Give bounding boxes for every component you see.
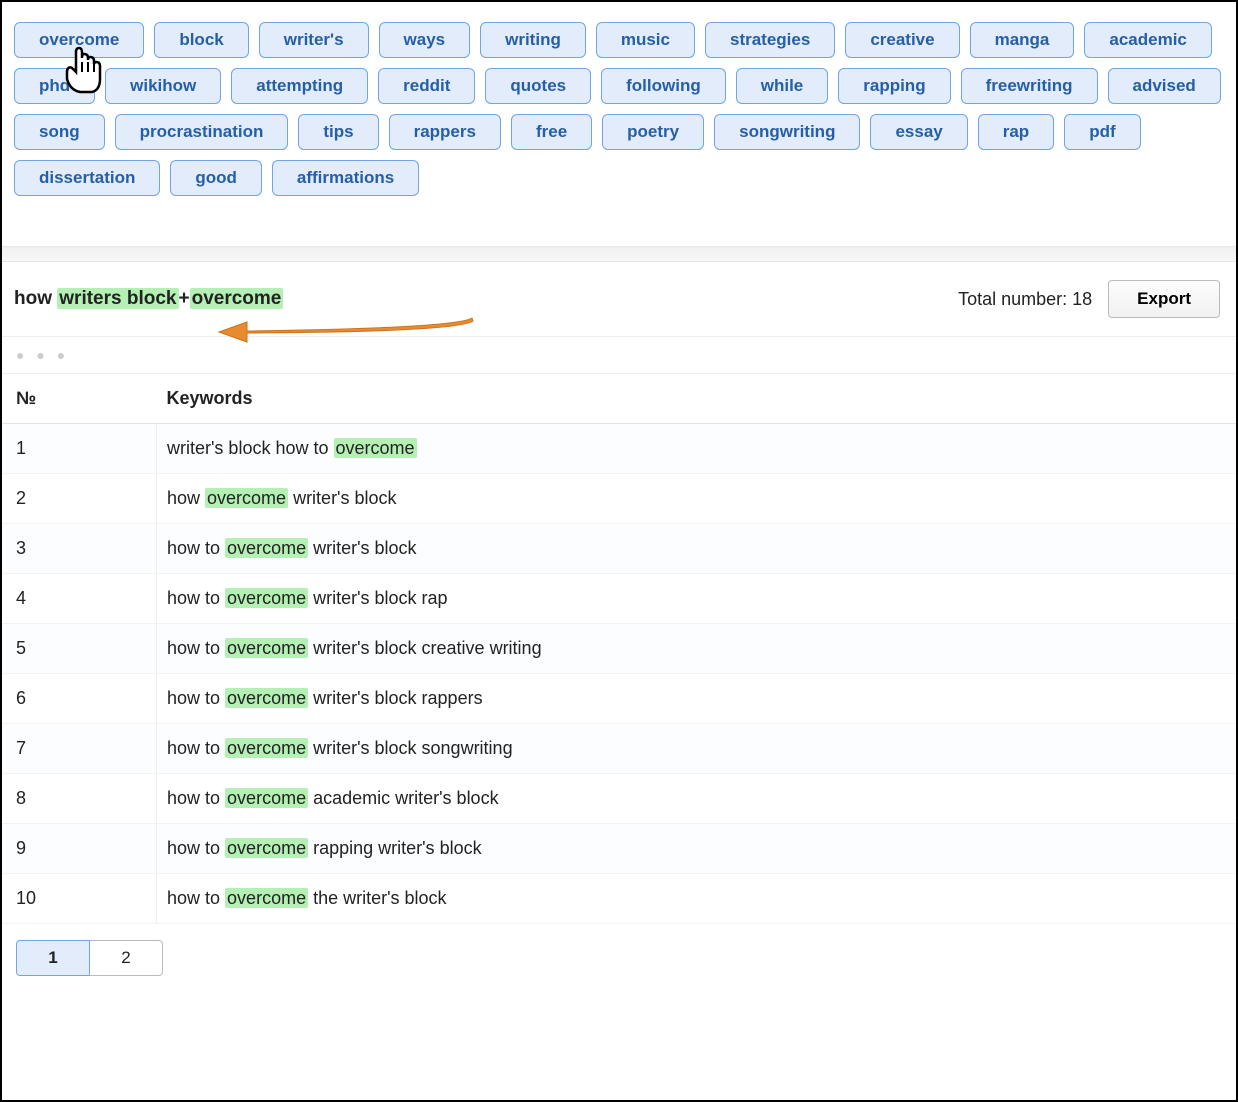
tag-block[interactable]: block <box>154 22 248 58</box>
tag-reddit[interactable]: reddit <box>378 68 475 104</box>
tag-attempting[interactable]: attempting <box>231 68 368 104</box>
row-number: 3 <box>2 524 157 574</box>
tag-manga[interactable]: manga <box>970 22 1075 58</box>
query-text: how writers block+overcome <box>14 288 283 310</box>
row-keyword: how to overcome writer's block rappers <box>157 674 1237 724</box>
total-label: Total number: 18 <box>958 289 1092 310</box>
table-row[interactable]: 3how to overcome writer's block <box>2 524 1236 574</box>
tag-ways[interactable]: ways <box>379 22 471 58</box>
row-number: 1 <box>2 424 157 474</box>
row-number: 5 <box>2 624 157 674</box>
tag-free[interactable]: free <box>511 114 592 150</box>
tag-pdf[interactable]: pdf <box>1064 114 1140 150</box>
table-row[interactable]: 2how overcome writer's block <box>2 474 1236 524</box>
export-button[interactable]: Export <box>1108 280 1220 318</box>
row-keyword: how to overcome rapping writer's block <box>157 824 1237 874</box>
query-hl-1: writers block <box>57 288 178 309</box>
row-keyword: how to overcome the writer's block <box>157 874 1237 924</box>
table-row[interactable]: 10how to overcome the writer's block <box>2 874 1236 924</box>
query-hl-2: overcome <box>190 288 284 309</box>
row-keyword: writer's block how to overcome <box>157 424 1237 474</box>
page-1[interactable]: 1 <box>16 940 90 976</box>
tag-freewriting[interactable]: freewriting <box>961 68 1098 104</box>
row-keyword: how to overcome writer's block creative … <box>157 624 1237 674</box>
tag-following[interactable]: following <box>601 68 726 104</box>
row-number: 9 <box>2 824 157 874</box>
table-row[interactable]: 5how to overcome writer's block creative… <box>2 624 1236 674</box>
tag-tips[interactable]: tips <box>298 114 378 150</box>
row-number: 4 <box>2 574 157 624</box>
row-keyword: how to overcome academic writer's block <box>157 774 1237 824</box>
tag-songwriting[interactable]: songwriting <box>714 114 860 150</box>
tag-procrastination[interactable]: procrastination <box>115 114 289 150</box>
row-keyword: how to overcome writer's block rap <box>157 574 1237 624</box>
tag-rapping[interactable]: rapping <box>838 68 950 104</box>
tag-quotes[interactable]: quotes <box>485 68 591 104</box>
row-number: 8 <box>2 774 157 824</box>
tag-affirmations[interactable]: affirmations <box>272 160 419 196</box>
table-row[interactable]: 4how to overcome writer's block rap <box>2 574 1236 624</box>
tag-strategies[interactable]: strategies <box>705 22 835 58</box>
row-number: 10 <box>2 874 157 924</box>
tag-while[interactable]: while <box>736 68 829 104</box>
tag-dissertation[interactable]: dissertation <box>14 160 160 196</box>
col-keywords[interactable]: Keywords <box>157 374 1237 424</box>
loading-dots: ● ● ● <box>2 337 1236 374</box>
query-prefix: how <box>14 288 57 309</box>
tag-overcome[interactable]: overcome <box>14 22 144 58</box>
page-2[interactable]: 2 <box>90 940 163 976</box>
tag-cloud: overcome block writer's wayswriting music str… <box>2 2 1236 246</box>
table-row[interactable]: 8how to overcome academic writer's block <box>2 774 1236 824</box>
tag-music[interactable]: music <box>596 22 695 58</box>
pagination: 12 <box>2 924 1236 992</box>
tag-good[interactable]: good <box>170 160 262 196</box>
tag-creative[interactable]: creative <box>845 22 959 58</box>
tag-advised[interactable]: advised <box>1108 68 1221 104</box>
tag-essay[interactable]: essay <box>870 114 967 150</box>
row-number: 6 <box>2 674 157 724</box>
row-number: 7 <box>2 724 157 774</box>
row-keyword: how to overcome writer's block songwriti… <box>157 724 1237 774</box>
table-row[interactable]: 6how to overcome writer's block rappers <box>2 674 1236 724</box>
tag-poetry[interactable]: poetry <box>602 114 704 150</box>
row-number: 2 <box>2 474 157 524</box>
query-bar: how writers block+overcome Total number:… <box>2 262 1236 337</box>
tag-wikihow[interactable]: wikihow <box>105 68 221 104</box>
keywords-table: № Keywords 1writer's block how to overco… <box>2 374 1236 924</box>
tag-rap[interactable]: rap <box>978 114 1054 150</box>
tag-academic[interactable]: academic <box>1084 22 1212 58</box>
row-keyword: how overcome writer's block <box>157 474 1237 524</box>
panel-divider <box>2 246 1236 262</box>
table-row[interactable]: 7how to overcome writer's block songwrit… <box>2 724 1236 774</box>
col-number[interactable]: № <box>2 374 157 424</box>
tag-rappers[interactable]: rappers <box>389 114 501 150</box>
query-plus: + <box>179 288 190 309</box>
tag-song[interactable]: song <box>14 114 105 150</box>
table-row[interactable]: 9how to overcome rapping writer's block <box>2 824 1236 874</box>
row-keyword: how to overcome writer's block <box>157 524 1237 574</box>
tag-writing[interactable]: writing <box>480 22 586 58</box>
table-row[interactable]: 1writer's block how to overcome <box>2 424 1236 474</box>
tag-phd[interactable]: phd <box>14 68 95 104</box>
tag-writers[interactable]: writer's <box>259 22 369 58</box>
